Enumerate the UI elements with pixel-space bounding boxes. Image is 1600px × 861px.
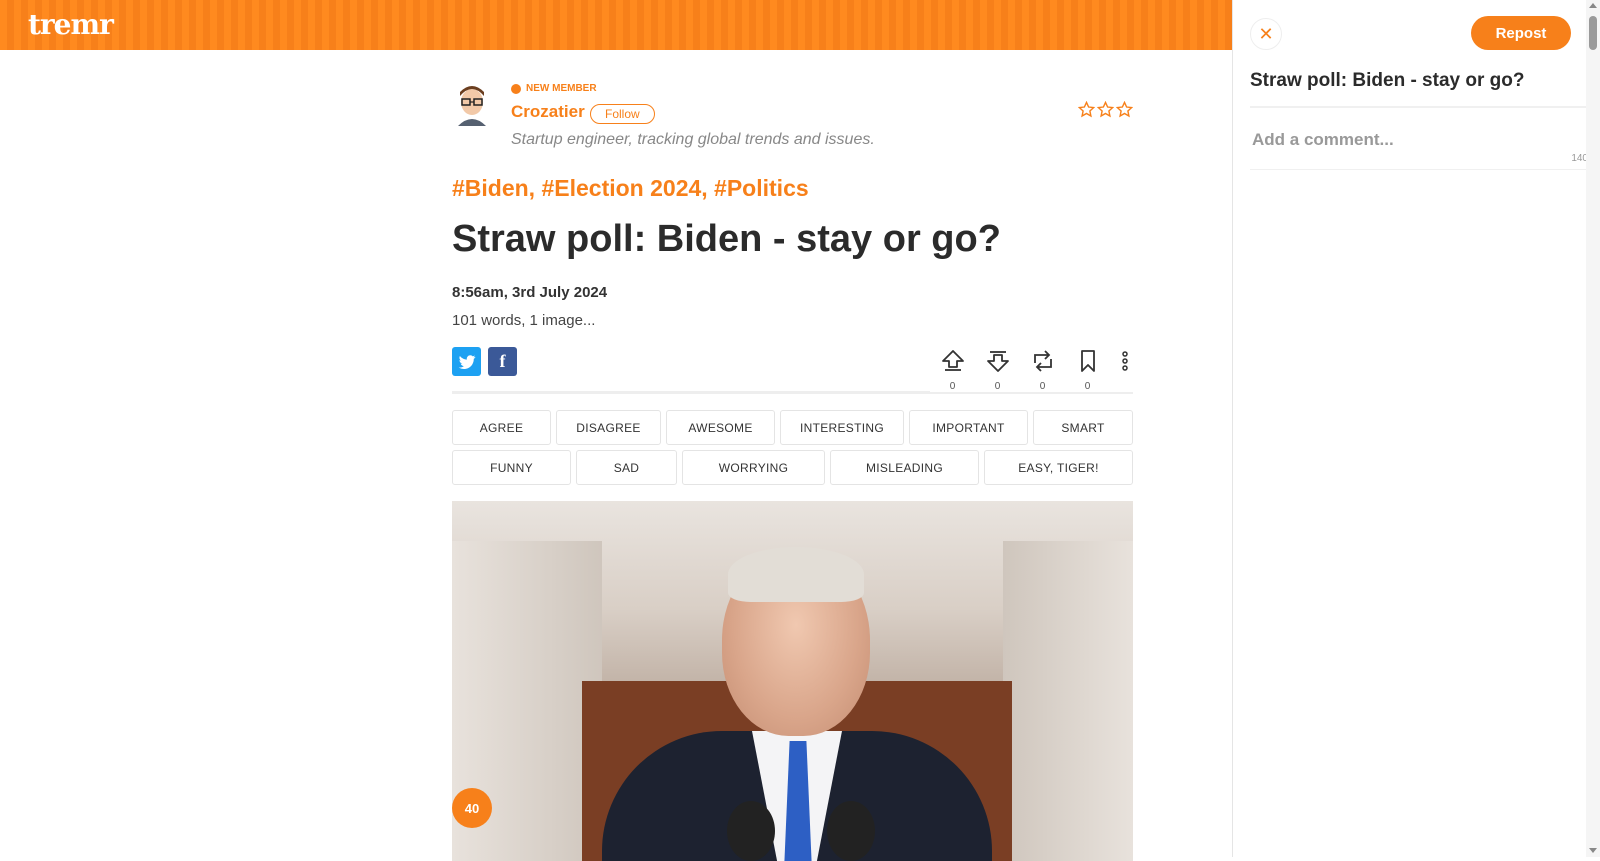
more-options-button[interactable] [1110, 347, 1140, 392]
photo-background [1003, 541, 1133, 861]
scroll-up-arrow-icon[interactable] [1589, 3, 1597, 8]
bookmark-count: 0 [1084, 381, 1091, 392]
photo-microphone [727, 801, 775, 861]
repost-action-button[interactable]: 0 [1020, 347, 1065, 392]
star-icon[interactable] [1097, 101, 1114, 118]
repost-count: 0 [1039, 381, 1046, 392]
star-icon[interactable] [1116, 101, 1133, 118]
post-image[interactable] [452, 501, 1133, 861]
sidebar-post-title: Straw poll: Biden - stay or go? [1250, 70, 1525, 91]
comment-input[interactable] [1250, 120, 1590, 160]
upvote-icon [941, 350, 964, 371]
twitter-icon [458, 354, 475, 369]
reaction-worrying-button[interactable]: WORRYING [682, 450, 825, 485]
reaction-buttons: AGREE DISAGREE AWESOME INTERESTING IMPOR… [452, 410, 1133, 490]
close-button[interactable]: ✕ [1250, 18, 1282, 50]
sidebar-divider [1250, 106, 1590, 108]
reaction-funny-button[interactable]: FUNNY [452, 450, 571, 485]
repost-icon [1033, 350, 1052, 372]
scrollbar[interactable] [1586, 0, 1600, 857]
scroll-down-arrow-icon[interactable] [1589, 848, 1597, 853]
author-name[interactable]: Crozatier [511, 102, 585, 122]
reaction-smart-button[interactable]: SMART [1033, 410, 1133, 445]
reaction-agree-button[interactable]: AGREE [452, 410, 551, 445]
tremr-logo[interactable]: tremr [28, 8, 114, 41]
photo-microphone [827, 801, 875, 861]
reaction-awesome-button[interactable]: AWESOME [666, 410, 775, 445]
rating-stars[interactable] [1078, 101, 1133, 118]
scrollbar-thumb[interactable] [1589, 16, 1597, 50]
photo-figure [728, 547, 864, 602]
downvote-button[interactable]: 0 [975, 347, 1020, 392]
reaction-row-2: FUNNY SAD WORRYING MISLEADING EASY, TIGE… [452, 450, 1133, 485]
upvote-count: 0 [949, 381, 956, 392]
post-word-count: 101 words, 1 image... [452, 312, 596, 329]
repost-button[interactable]: Repost [1471, 16, 1571, 50]
post-title: Straw poll: Biden - stay or go? [452, 218, 1001, 260]
top-header-bar: tremr [0, 0, 1232, 50]
reaction-misleading-button[interactable]: MISLEADING [830, 450, 979, 485]
share-buttons: f [452, 347, 517, 376]
facebook-share-button[interactable]: f [488, 347, 517, 376]
reaction-row-1: AGREE DISAGREE AWESOME INTERESTING IMPOR… [452, 410, 1133, 445]
bookmark-button[interactable]: 0 [1065, 347, 1110, 392]
reaction-important-button[interactable]: IMPORTANT [909, 410, 1028, 445]
reaction-easy-tiger-button[interactable]: EASY, TIGER! [984, 450, 1133, 485]
article: NEW MEMBER Crozatier Follow Startup engi… [452, 50, 1140, 861]
author-bio: Startup engineer, tracking global trends… [511, 131, 875, 148]
twitter-share-button[interactable] [452, 347, 481, 376]
repost-sidebar: ✕ Repost Straw poll: Biden - stay or go?… [1232, 0, 1600, 857]
bookmark-icon [1080, 350, 1095, 372]
post-tags[interactable]: #Biden, #Election 2024, #Politics [452, 175, 809, 202]
member-badge: NEW MEMBER [511, 83, 597, 94]
member-dot-icon [511, 83, 521, 94]
author-block: NEW MEMBER Crozatier Follow Startup engi… [452, 50, 1133, 160]
downvote-icon [986, 351, 1009, 372]
post-date: 8:56am, 3rd July 2024 [452, 284, 608, 301]
more-vertical-icon [1122, 351, 1128, 371]
author-avatar[interactable] [452, 82, 492, 126]
reaction-interesting-button[interactable]: INTERESTING [780, 410, 904, 445]
notification-counter-bubble[interactable]: 40 [452, 788, 492, 828]
reaction-disagree-button[interactable]: DISAGREE [556, 410, 661, 445]
upvote-button[interactable]: 0 [930, 347, 975, 392]
downvote-count: 0 [994, 381, 1001, 392]
post-actions: 0 0 0 0 [930, 347, 1140, 392]
reaction-sad-button[interactable]: SAD [576, 450, 677, 485]
star-icon[interactable] [1078, 101, 1095, 118]
member-badge-label: NEW MEMBER [526, 83, 597, 94]
follow-button[interactable]: Follow [590, 104, 655, 124]
comment-box: 140 [1250, 120, 1590, 170]
